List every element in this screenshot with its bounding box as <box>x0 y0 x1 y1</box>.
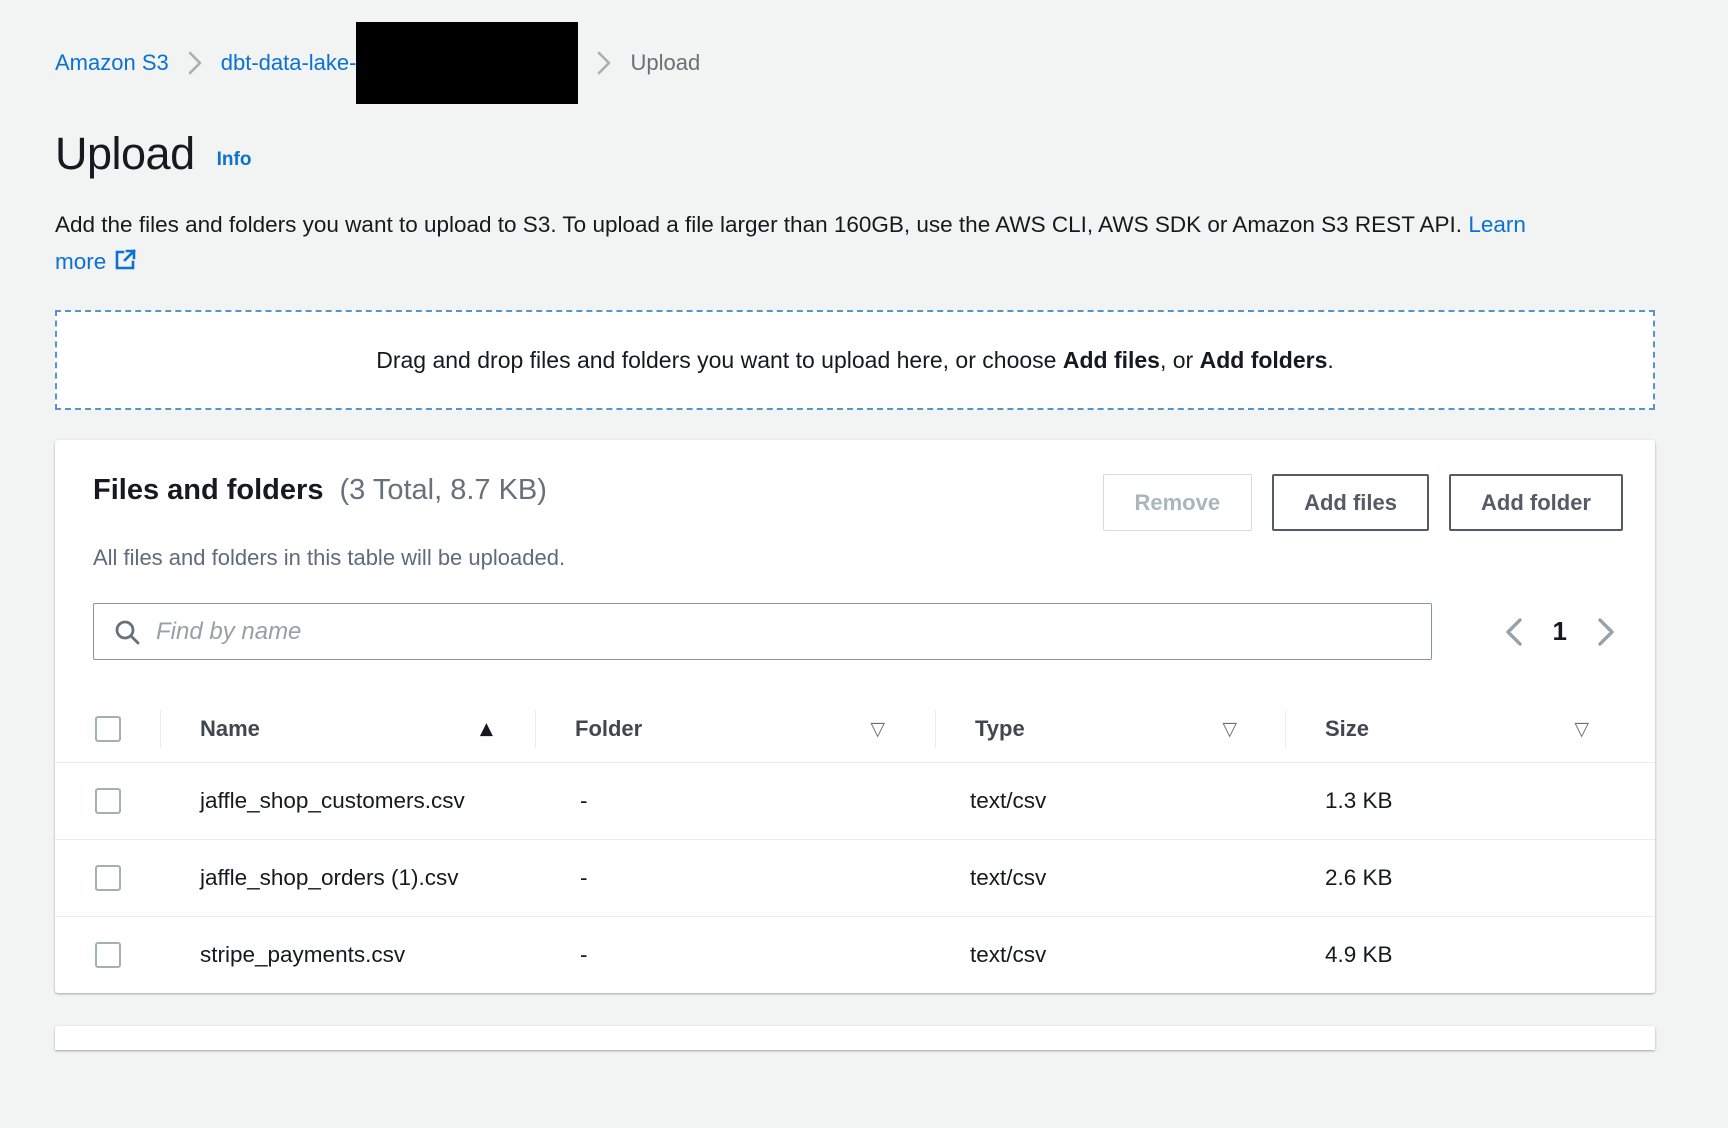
file-size: 2.6 KB <box>1285 845 1655 911</box>
breadcrumb-bucket-link[interactable]: dbt-data-lake- <box>221 50 357 76</box>
chevron-right-icon <box>596 50 612 76</box>
file-type: text/csv <box>935 845 1285 911</box>
redaction-box <box>356 22 578 104</box>
search-input[interactable] <box>93 603 1432 660</box>
panel-title: Files and folders (3 Total, 8.7 KB) <box>93 474 547 507</box>
column-header-folder[interactable]: Folder ▽ <box>535 696 935 762</box>
column-header-type[interactable]: Type ▽ <box>935 696 1285 762</box>
column-header-name[interactable]: Name ▲ <box>160 696 535 762</box>
remove-button[interactable]: Remove <box>1103 474 1253 531</box>
previous-page-button[interactable] <box>1503 616 1525 648</box>
panel-title-count: (3 Total, 8.7 KB) <box>340 474 547 506</box>
filter-icon: ▽ <box>870 718 935 740</box>
chevron-right-icon <box>187 50 203 76</box>
file-size: 1.3 KB <box>1285 768 1655 834</box>
page-number[interactable]: 1 <box>1553 616 1567 647</box>
page-title: Upload <box>55 128 195 180</box>
breadcrumb: Amazon S3 dbt-data-lake- Upload <box>55 22 1655 104</box>
dropzone-add-folders-text: Add folders <box>1200 347 1328 373</box>
row-checkbox[interactable] <box>95 865 121 891</box>
file-name: jaffle_shop_customers.csv <box>160 763 535 839</box>
external-link-icon <box>114 245 137 282</box>
file-folder: - <box>535 845 935 911</box>
files-and-folders-panel: Files and folders (3 Total, 8.7 KB) Remo… <box>55 440 1655 993</box>
s3-upload-page: Amazon S3 dbt-data-lake- Upload Upload I… <box>0 0 1728 1128</box>
panel-subtitle: All files and folders in this table will… <box>55 545 1655 571</box>
drag-and-drop-zone[interactable]: Drag and drop files and folders you want… <box>55 310 1655 410</box>
files-table: Name ▲ Folder ▽ Type ▽ Size ▽ <box>55 696 1655 993</box>
filter-icon: ▽ <box>1222 718 1285 740</box>
row-checkbox[interactable] <box>95 942 121 968</box>
file-name: jaffle_shop_orders (1).csv <box>160 840 535 916</box>
row-checkbox[interactable] <box>95 788 121 814</box>
column-label: Type <box>935 716 1025 742</box>
column-header-size[interactable]: Size ▽ <box>1285 696 1655 762</box>
column-label: Folder <box>535 716 642 742</box>
dropzone-text: . <box>1327 347 1333 373</box>
table-row: jaffle_shop_customers.csv - text/csv 1.3… <box>55 763 1655 840</box>
description-text: Add the files and folders you want to up… <box>55 212 1468 237</box>
info-link[interactable]: Info <box>217 149 252 171</box>
sort-ascending-icon: ▲ <box>480 719 535 739</box>
file-name: stripe_payments.csv <box>160 917 535 993</box>
column-label: Name <box>160 716 260 742</box>
file-type: text/csv <box>935 768 1285 834</box>
select-all-header-cell <box>55 696 160 762</box>
select-all-checkbox[interactable] <box>95 716 121 742</box>
table-row: jaffle_shop_orders (1).csv - text/csv 2.… <box>55 840 1655 917</box>
file-size: 4.9 KB <box>1285 922 1655 988</box>
breadcrumb-current: Upload <box>630 50 700 76</box>
table-header-row: Name ▲ Folder ▽ Type ▽ Size ▽ <box>55 696 1655 763</box>
next-section-panel-edge <box>55 1026 1655 1050</box>
dropzone-add-files-text: Add files <box>1063 347 1160 373</box>
search-icon <box>113 618 141 651</box>
column-label: Size <box>1285 716 1369 742</box>
breadcrumb-amazon-s3-link[interactable]: Amazon S3 <box>55 50 169 76</box>
next-page-button[interactable] <box>1595 616 1617 648</box>
add-folder-button[interactable]: Add folder <box>1449 474 1623 531</box>
file-type: text/csv <box>935 922 1285 988</box>
filter-icon: ▽ <box>1574 718 1655 740</box>
add-files-button[interactable]: Add files <box>1272 474 1429 531</box>
table-row: stripe_payments.csv - text/csv 4.9 KB <box>55 917 1655 993</box>
file-folder: - <box>535 768 935 834</box>
pagination: 1 <box>1503 616 1617 648</box>
file-folder: - <box>535 922 935 988</box>
dropzone-text: , or <box>1160 347 1200 373</box>
page-description: Add the files and folders you want to up… <box>55 206 1550 280</box>
panel-title-text: Files and folders <box>93 474 323 506</box>
dropzone-text: Drag and drop files and folders you want… <box>376 347 1063 373</box>
